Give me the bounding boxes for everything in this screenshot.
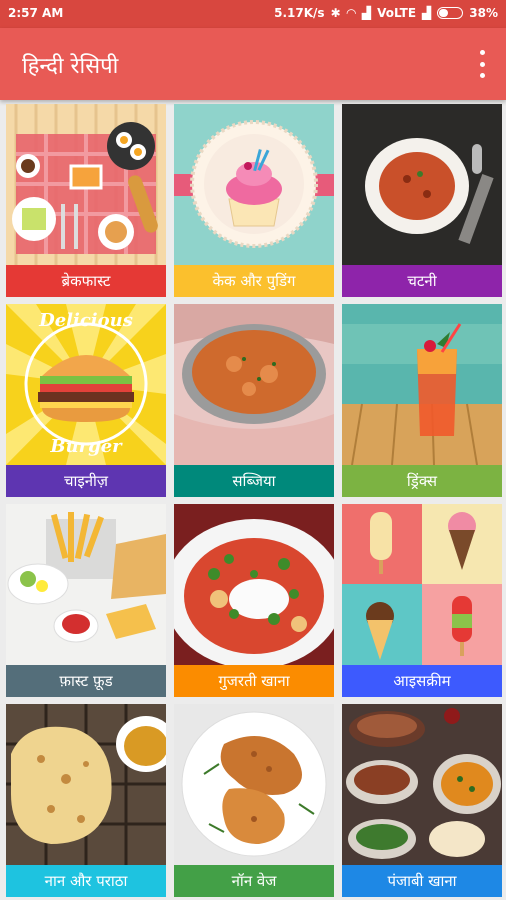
category-tile-chinese[interactable]: Delicious Burger चाइनीज़: [6, 304, 166, 497]
app-title: हिन्दी रेसिपी: [22, 54, 119, 79]
battery-percent: 38%: [469, 6, 498, 20]
nonveg-image: [174, 704, 334, 865]
category-tile-punjabi[interactable]: पंजाबी खाना: [342, 704, 502, 897]
category-tile-drinks[interactable]: ड्रिंक्स: [342, 304, 502, 497]
icecream-image: [342, 504, 502, 665]
category-tile-sabjiya[interactable]: सब्जिया: [174, 304, 334, 497]
category-tile-nonveg[interactable]: नॉन वेज: [174, 704, 334, 897]
bluetooth-icon: ✱: [330, 6, 341, 20]
wifi-icon: ◠: [346, 6, 356, 20]
category-tile-fastfood[interactable]: फ़ास्ट फ़ूड: [6, 504, 166, 697]
category-tile-breakfast[interactable]: ब्रेकफास्ट: [6, 104, 166, 297]
network-speed: 5.17K/s: [274, 6, 325, 20]
gujarati-image: [174, 504, 334, 665]
category-tile-chutney[interactable]: चटनी: [342, 104, 502, 297]
more-vert-icon[interactable]: [476, 50, 488, 78]
burger-text: Burger: [49, 436, 123, 457]
cake-image: [174, 104, 334, 265]
network-type: VoLTE: [377, 6, 417, 20]
category-label: केक और पुडिंग: [174, 265, 334, 297]
category-label: सब्जिया: [174, 465, 334, 497]
status-bar: 2:57 AM 5.17K/s ✱ ◠ ▟ VoLTE ▟ 38%: [0, 0, 506, 28]
category-label: ड्रिंक्स: [342, 465, 502, 497]
status-time: 2:57 AM: [8, 6, 64, 20]
category-label: चटनी: [342, 265, 502, 297]
signal-icon-2: ▟: [422, 6, 432, 20]
category-label: नॉन वेज: [174, 865, 334, 897]
drinks-image: [342, 304, 502, 465]
breakfast-image: [6, 104, 166, 265]
status-right: 5.17K/s ✱ ◠ ▟ VoLTE ▟ 38%: [274, 6, 498, 20]
category-tile-icecream[interactable]: आइसक्रीम: [342, 504, 502, 697]
chutney-image: [342, 104, 502, 265]
category-tile-cake[interactable]: केक और पुडिंग: [174, 104, 334, 297]
delicious-text: Delicious: [38, 310, 133, 331]
category-label: चाइनीज़: [6, 465, 166, 497]
category-label: आइसक्रीम: [342, 665, 502, 697]
battery-icon: [437, 7, 464, 19]
app-bar: हिन्दी रेसिपी: [0, 28, 506, 100]
category-label: गुजरती खाना: [174, 665, 334, 697]
category-tile-naan[interactable]: नान और पराठा: [6, 704, 166, 897]
naan-image: [6, 704, 166, 865]
category-tile-gujarati[interactable]: गुजरती खाना: [174, 504, 334, 697]
burger-image: Delicious Burger: [6, 304, 166, 465]
category-label: ब्रेकफास्ट: [6, 265, 166, 297]
signal-icon: ▟: [361, 6, 372, 20]
punjabi-image: [342, 704, 502, 865]
sabjiya-image: [174, 304, 334, 465]
category-label: नान और पराठा: [6, 865, 166, 897]
category-label: फ़ास्ट फ़ूड: [6, 665, 166, 697]
fastfood-image: [6, 504, 166, 665]
category-label: पंजाबी खाना: [342, 865, 502, 897]
